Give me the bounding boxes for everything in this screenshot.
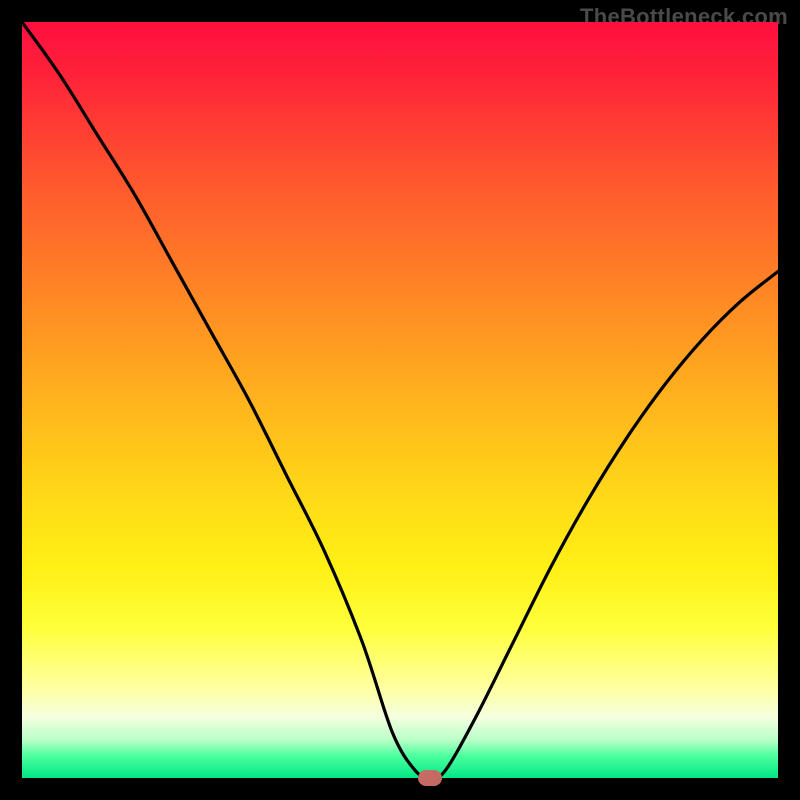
optimal-point-marker: [418, 770, 442, 786]
chart-frame: TheBottleneck.com: [0, 0, 800, 800]
bottleneck-curve: [22, 22, 778, 778]
